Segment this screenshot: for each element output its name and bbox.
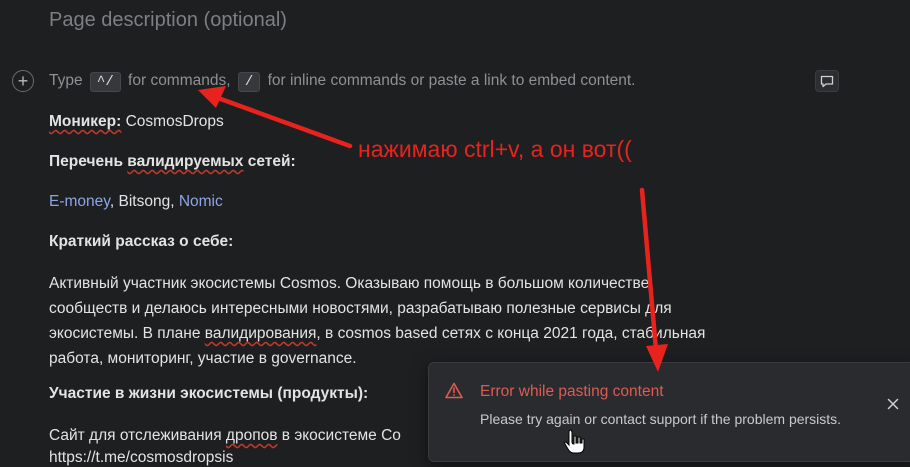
about-line-3-underlined: валидирования bbox=[204, 325, 317, 342]
site-line-underlined: дропов bbox=[225, 427, 278, 444]
toast-title: Error while pasting content bbox=[480, 383, 664, 400]
about-heading: Краткий рассказ о себе: bbox=[49, 233, 234, 250]
networks-list: E-money, Bitsong, Nomic bbox=[49, 193, 223, 211]
placeholder-text-post: for inline commands or paste a link to e… bbox=[267, 72, 636, 89]
networks-heading: Перечень валидируемых сетей: bbox=[49, 153, 296, 171]
moniker-value: CosmosDrops bbox=[125, 113, 224, 130]
toast-message: Please try again or contact support if t… bbox=[480, 411, 842, 427]
close-icon[interactable] bbox=[885, 396, 901, 412]
plus-icon: + bbox=[17, 71, 29, 91]
about-line-3: экосистемы. В плане валидирования, в cos… bbox=[49, 321, 779, 346]
warning-triangle-icon bbox=[445, 382, 463, 404]
network-link-emoney[interactable]: E-money bbox=[49, 193, 110, 210]
network-bitsong: Bitsong bbox=[118, 193, 171, 210]
comment-icon bbox=[820, 75, 834, 87]
about-line-3-post: , в cosmos based сетях с конца 2021 года… bbox=[316, 325, 706, 342]
editor-placeholder[interactable]: Type ^/ for commands, / for inline comma… bbox=[49, 72, 635, 92]
about-line-2: сообществ и делаюсь интересными новостям… bbox=[49, 300, 672, 317]
about-paragraph: Активный участник экосистемы Cosmos. Ока… bbox=[49, 271, 779, 371]
participation-heading: Участие в жизни экосистемы (продукты): bbox=[49, 385, 369, 402]
about-line-3-pre: экосистемы. В плане bbox=[49, 325, 201, 342]
placeholder-text-pre: Type bbox=[49, 72, 83, 89]
about-line-1: Активный участник экосистемы Cosmos. Ока… bbox=[49, 275, 650, 292]
moniker-line: Моникер: CosmosDrops bbox=[49, 113, 224, 131]
site-line: Сайт для отслеживания дропов в экосистем… bbox=[49, 427, 401, 445]
kbd-inline: / bbox=[237, 72, 261, 92]
site-line-post: в экосистеме Co bbox=[281, 427, 401, 444]
networks-heading-underlined: валидируемых bbox=[127, 153, 244, 170]
annotation-text: нажимаю ctrl+v, а он вот(( bbox=[358, 136, 632, 162]
error-toast: Error while pasting content Please try a… bbox=[428, 362, 910, 462]
comment-button[interactable] bbox=[815, 70, 839, 92]
network-link-nomic[interactable]: Nomic bbox=[179, 193, 223, 210]
networks-sep: , bbox=[170, 193, 179, 210]
site-url-line[interactable]: https://t.me/cosmosdropsis bbox=[49, 449, 233, 467]
networks-sep: , bbox=[109, 193, 119, 210]
networks-heading-post: сетей: bbox=[247, 153, 296, 170]
networks-heading-pre: Перечень bbox=[49, 153, 123, 170]
add-block-button[interactable]: + bbox=[12, 70, 34, 92]
kbd-commands: ^/ bbox=[89, 72, 121, 92]
moniker-label: Моникер: bbox=[49, 113, 122, 130]
placeholder-text-mid: for commands, bbox=[128, 72, 231, 89]
site-line-pre: Сайт для отслеживания bbox=[49, 427, 222, 444]
page-description-field[interactable]: Page description (optional) bbox=[49, 9, 287, 32]
